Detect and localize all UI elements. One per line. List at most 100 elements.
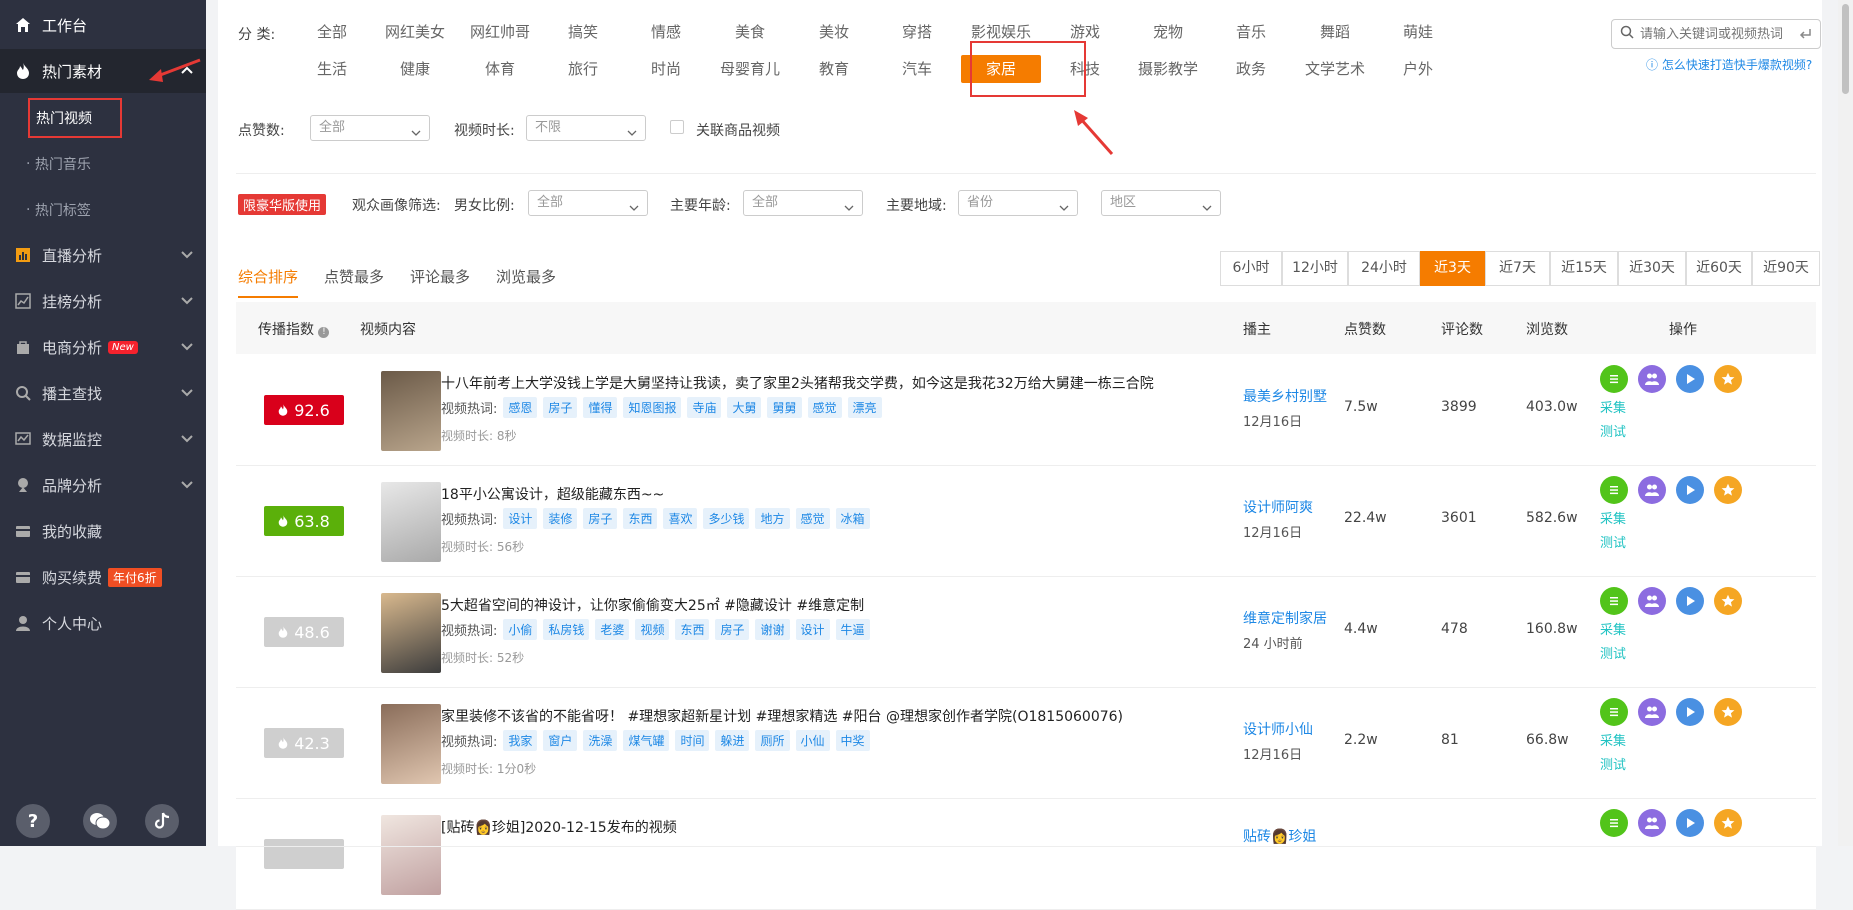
tab-most-likes[interactable]: 点赞最多 bbox=[324, 266, 384, 287]
hot-word-tag[interactable]: 感觉 bbox=[795, 508, 830, 529]
hot-word-tag[interactable]: 躲进 bbox=[715, 730, 750, 751]
time-range-button[interactable]: 近60天 bbox=[1686, 251, 1752, 286]
time-range-button[interactable]: 近15天 bbox=[1550, 251, 1618, 286]
hot-word-tag[interactable]: 视频 bbox=[635, 619, 670, 640]
time-range-button[interactable]: 近30天 bbox=[1618, 251, 1686, 286]
star-icon[interactable] bbox=[1714, 587, 1742, 615]
category-item[interactable]: 美食 bbox=[710, 18, 790, 46]
duration-select[interactable]: 不限 bbox=[526, 115, 646, 141]
hot-word-tag[interactable]: 时间 bbox=[675, 730, 710, 751]
hot-word-tag[interactable]: 房子 bbox=[543, 397, 578, 418]
sidebar-item-brand[interactable]: 品牌分析 bbox=[0, 463, 206, 507]
hot-word-tag[interactable]: 懂得 bbox=[583, 397, 618, 418]
time-range-button[interactable]: 近90天 bbox=[1752, 251, 1820, 286]
category-item[interactable]: 全部 bbox=[292, 18, 372, 46]
detail-icon[interactable] bbox=[1600, 587, 1628, 615]
search-input[interactable] bbox=[1640, 26, 1790, 42]
sidebar-item-anchor-search[interactable]: 播主查找 bbox=[0, 371, 206, 415]
audience-icon[interactable] bbox=[1638, 698, 1666, 726]
province-select[interactable]: 省份 bbox=[958, 190, 1078, 216]
hot-word-tag[interactable]: 房子 bbox=[583, 508, 618, 529]
area-select[interactable]: 地区 bbox=[1101, 190, 1221, 216]
anchor-name[interactable]: 贴砖👩珍姐 bbox=[1243, 826, 1316, 846]
enter-icon[interactable] bbox=[1798, 27, 1812, 45]
category-item[interactable]: 政务 bbox=[1211, 55, 1291, 83]
video-thumbnail[interactable] bbox=[381, 704, 441, 784]
category-item[interactable]: 旅行 bbox=[543, 55, 623, 83]
play-icon[interactable] bbox=[1676, 809, 1704, 837]
audience-icon[interactable] bbox=[1638, 476, 1666, 504]
hot-word-tag[interactable]: 私房钱 bbox=[543, 619, 590, 640]
collect-link[interactable]: 采集 bbox=[1600, 397, 1626, 416]
play-icon[interactable] bbox=[1676, 365, 1704, 393]
hot-word-tag[interactable]: 设计 bbox=[795, 619, 830, 640]
wechat-icon[interactable] bbox=[83, 804, 117, 838]
hot-word-tag[interactable]: 寺庙 bbox=[687, 397, 722, 418]
category-item[interactable]: 舞蹈 bbox=[1295, 18, 1375, 46]
audience-icon[interactable] bbox=[1638, 587, 1666, 615]
hot-word-tag[interactable]: 谢谢 bbox=[755, 619, 790, 640]
tab-most-comments[interactable]: 评论最多 bbox=[410, 266, 470, 287]
hot-word-tag[interactable]: 漂亮 bbox=[847, 397, 882, 418]
time-range-button[interactable]: 12小时 bbox=[1282, 251, 1348, 286]
category-item[interactable]: 文学艺术 bbox=[1295, 55, 1375, 83]
audience-icon[interactable] bbox=[1638, 809, 1666, 837]
search-box[interactable] bbox=[1611, 19, 1821, 49]
time-range-button[interactable]: 6小时 bbox=[1220, 251, 1282, 286]
hot-word-tag[interactable]: 煤气罐 bbox=[623, 730, 670, 751]
help-link[interactable]: ⓘ 怎么快速打造快手爆款视频? bbox=[1646, 56, 1812, 73]
category-item[interactable]: 网红帅哥 bbox=[460, 18, 540, 46]
video-thumbnail[interactable] bbox=[381, 815, 441, 895]
tiktok-icon[interactable] bbox=[145, 804, 179, 838]
collect-link[interactable]: 采集 bbox=[1600, 730, 1626, 749]
hot-word-tag[interactable]: 中奖 bbox=[835, 730, 870, 751]
star-icon[interactable] bbox=[1714, 365, 1742, 393]
hot-word-tag[interactable]: 知恩图报 bbox=[623, 397, 682, 418]
audience-icon[interactable] bbox=[1638, 365, 1666, 393]
tab-most-views[interactable]: 浏览最多 bbox=[496, 266, 556, 287]
test-link[interactable]: 测试 bbox=[1600, 421, 1626, 440]
star-icon[interactable] bbox=[1714, 809, 1742, 837]
sidebar-item-collection[interactable]: 我的收藏 bbox=[0, 509, 206, 553]
hot-word-tag[interactable]: 牛逼 bbox=[835, 619, 870, 640]
hot-word-tag[interactable]: 洗澡 bbox=[583, 730, 618, 751]
hot-word-tag[interactable]: 设计 bbox=[503, 508, 538, 529]
product-checkbox[interactable] bbox=[670, 120, 684, 134]
sidebar-sub-hot-music[interactable]: · 热门音乐 bbox=[26, 144, 91, 184]
test-link[interactable]: 测试 bbox=[1600, 532, 1626, 551]
hot-word-tag[interactable]: 东西 bbox=[623, 508, 658, 529]
anchor-name[interactable]: 维意定制家居 bbox=[1243, 608, 1327, 628]
detail-icon[interactable] bbox=[1600, 476, 1628, 504]
sidebar-item-workbench[interactable]: 工作台 bbox=[0, 3, 206, 47]
anchor-name[interactable]: 设计师阿爽 bbox=[1243, 497, 1313, 517]
category-item[interactable]: 生活 bbox=[292, 55, 372, 83]
category-item[interactable]: 汽车 bbox=[877, 55, 957, 83]
tab-comprehensive[interactable]: 综合排序 bbox=[238, 266, 299, 298]
age-select[interactable]: 全部 bbox=[743, 190, 863, 216]
likes-select[interactable]: 全部 bbox=[310, 115, 430, 141]
category-item[interactable]: 母婴育儿 bbox=[710, 55, 790, 83]
time-range-button[interactable]: 近7天 bbox=[1485, 251, 1550, 286]
test-link[interactable]: 测试 bbox=[1600, 643, 1626, 662]
video-title[interactable]: 5大超省空间的神设计，让你家偷偷变大25㎡ #隐藏设计 #维意定制 bbox=[441, 595, 864, 615]
video-title[interactable]: 18平小公寓设计，超级能藏东西~~ bbox=[441, 484, 664, 504]
hot-word-tag[interactable]: 房子 bbox=[715, 619, 750, 640]
hot-word-tag[interactable]: 多少钱 bbox=[703, 508, 750, 529]
category-item[interactable]: 萌娃 bbox=[1378, 18, 1458, 46]
hot-word-tag[interactable]: 老婆 bbox=[595, 619, 630, 640]
info-icon[interactable]: ! bbox=[318, 327, 330, 338]
sidebar-item-purchase[interactable]: 购买续费 年付6折 bbox=[0, 555, 206, 599]
category-item[interactable]: 健康 bbox=[375, 55, 455, 83]
hot-word-tag[interactable]: 小偷 bbox=[503, 619, 538, 640]
hot-word-tag[interactable]: 感觉 bbox=[807, 397, 842, 418]
category-item[interactable]: 宠物 bbox=[1128, 18, 1208, 46]
hot-word-tag[interactable]: 东西 bbox=[675, 619, 710, 640]
detail-icon[interactable] bbox=[1600, 809, 1628, 837]
sidebar-sub-hot-tags[interactable]: · 热门标签 bbox=[26, 190, 91, 230]
anchor-name[interactable]: 最美乡村别墅 bbox=[1243, 386, 1327, 406]
hot-word-tag[interactable]: 喜欢 bbox=[663, 508, 698, 529]
category-item[interactable]: 穿搭 bbox=[877, 18, 957, 46]
category-item[interactable]: 教育 bbox=[794, 55, 874, 83]
scrollbar-thumb[interactable] bbox=[1842, 4, 1849, 94]
help-icon[interactable]: ? bbox=[16, 804, 50, 838]
